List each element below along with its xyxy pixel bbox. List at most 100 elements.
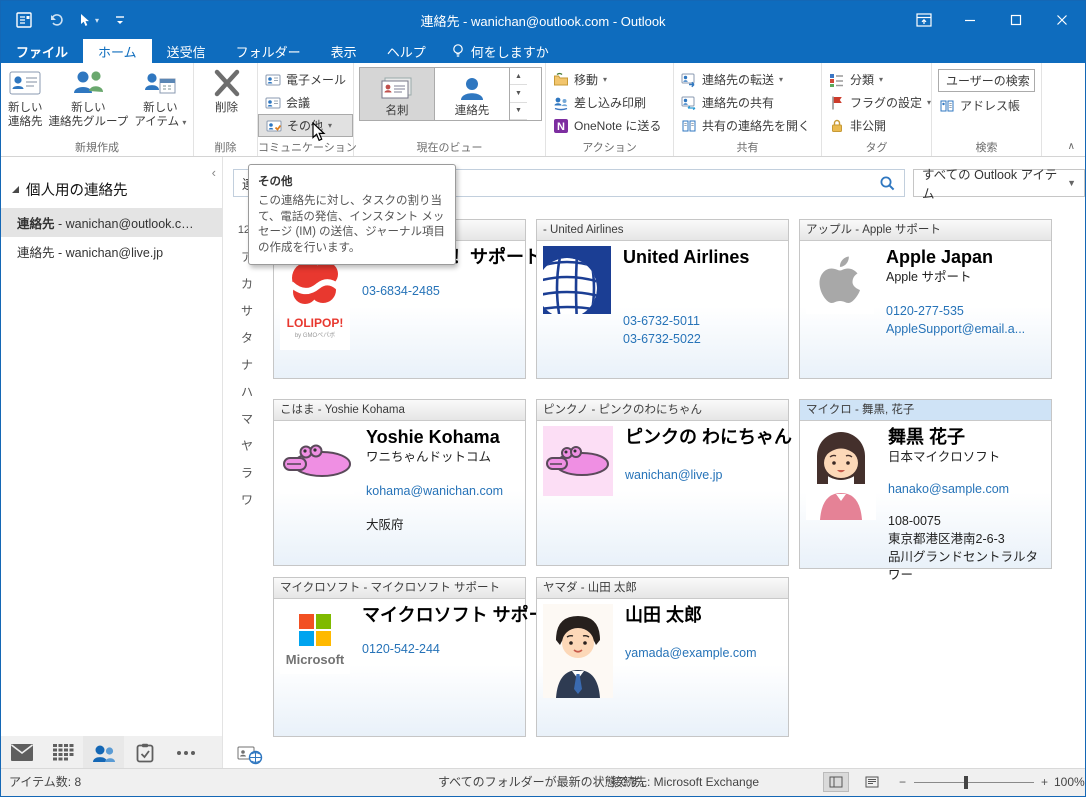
- ribbon-group-share: 連絡先の転送 ▾ 連絡先の共有 共有の連絡先を開く 共有: [674, 63, 822, 156]
- contact-card-hanako[interactable]: マイクロ - 舞黒, 花子 舞黒 花子 日本マイクロソフト hanako@sam…: [799, 399, 1052, 582]
- view-contact[interactable]: 連絡先: [435, 68, 509, 120]
- zoom-slider[interactable]: [914, 782, 1034, 783]
- folder-pane: ‹ 個人用の連絡先 連絡先 - wanichan@outlook.c… 連絡先 …: [1, 157, 223, 736]
- contact-card-yamada[interactable]: ヤマダ - 山田 太郎 山田 太郎 yamada@example.com: [536, 577, 789, 737]
- private-button[interactable]: 非公開: [822, 114, 931, 137]
- index-na[interactable]: ナ: [235, 352, 259, 379]
- gallery-more-icon[interactable]: ▼: [510, 103, 527, 120]
- tasks-nav-button[interactable]: [124, 736, 165, 769]
- zoom-level[interactable]: 100%: [1054, 769, 1085, 795]
- email-button[interactable]: 電子メール: [258, 68, 353, 91]
- contact-email[interactable]: kohama@wanichan.com: [366, 482, 503, 500]
- tell-me-label: 何をしますか: [470, 44, 549, 60]
- address-book-button[interactable]: アドレス帳: [932, 94, 1041, 117]
- forward-contact-button[interactable]: 連絡先の転送 ▾: [674, 68, 821, 91]
- tab-sendreceive[interactable]: 送受信: [152, 39, 221, 63]
- new-items-button[interactable]: 新しい アイテム ▾: [131, 66, 189, 132]
- onenote-icon: N: [553, 118, 569, 134]
- calendar-nav-button[interactable]: [42, 736, 83, 769]
- minimize-folder-pane-icon[interactable]: ‹: [212, 165, 216, 180]
- mail-merge-icon: [553, 95, 569, 111]
- contact-email[interactable]: AppleSupport@email.a...: [886, 320, 1025, 338]
- categorize-button[interactable]: 分類 ▾: [822, 68, 931, 91]
- close-button[interactable]: [1039, 1, 1085, 39]
- follow-up-button[interactable]: フラグの設定 ▾: [822, 91, 931, 114]
- tab-view[interactable]: 表示: [316, 39, 372, 63]
- contact-email[interactable]: hanako@sample.com: [888, 480, 1045, 498]
- share-contacts-button[interactable]: 連絡先の共有: [674, 91, 821, 114]
- tab-folder[interactable]: フォルダー: [221, 39, 316, 63]
- folder-group-header[interactable]: 個人用の連絡先: [1, 157, 222, 208]
- open-shared-contacts-button[interactable]: 共有の連絡先を開く: [674, 114, 821, 137]
- find-user-button[interactable]: ユーザーの検索: [938, 69, 1035, 92]
- contact-email[interactable]: wanichan@live.jp: [625, 466, 782, 484]
- contact-card-globe-icon[interactable]: [237, 745, 263, 765]
- sidebar-item-contacts-outlook[interactable]: 連絡先 - wanichan@outlook.c…: [1, 208, 222, 237]
- more-actions-icon: [266, 118, 282, 134]
- new-contact-button[interactable]: 新しい 連絡先: [5, 66, 46, 131]
- index-ka[interactable]: カ: [235, 271, 259, 298]
- tell-me-box[interactable]: 何をしますか: [441, 39, 559, 63]
- contact-card-microsoft[interactable]: マイクロソフト - マイクロソフト サポート Microsoft マイクロソフト…: [273, 577, 565, 737]
- contact-card-kohama[interactable]: こはま - Yoshie Kohama Yoshie Kohama ワニちゃんド…: [273, 399, 526, 566]
- contact-email[interactable]: yamada@example.com: [625, 644, 757, 662]
- reading-view-button[interactable]: [859, 772, 885, 792]
- sidebar-item-contacts-live[interactable]: 連絡先 - wanichan@live.jp: [1, 237, 222, 266]
- tab-help[interactable]: ヘルプ: [372, 39, 441, 63]
- ribbon-tab-row: ファイル ホーム 送受信 フォルダー 表示 ヘルプ 何をしますか: [1, 39, 1085, 63]
- chevron-down-icon: ▼: [1067, 178, 1076, 188]
- svg-text:N: N: [557, 121, 565, 133]
- index-ra[interactable]: ラ: [235, 460, 259, 487]
- contact-phone[interactable]: 03-6732-5011: [623, 312, 749, 330]
- contact-phone[interactable]: 0120-542-244: [362, 640, 519, 658]
- svg-text:Microsoft: Microsoft: [286, 652, 345, 667]
- move-button[interactable]: 移動 ▾: [546, 68, 673, 91]
- view-business-card[interactable]: 名刺: [360, 68, 435, 120]
- contact-phone[interactable]: 03-6732-5022: [623, 330, 749, 348]
- contact-zip: 108-0075: [888, 514, 941, 528]
- more-nav-button[interactable]: [165, 736, 206, 769]
- gallery-down-icon[interactable]: ▼: [510, 85, 527, 103]
- svg-text:LOLIPOP!: LOLIPOP!: [287, 316, 344, 330]
- meeting-button[interactable]: 会議: [258, 91, 353, 114]
- collapse-ribbon-icon[interactable]: ∧: [1068, 141, 1075, 152]
- contact-card-pink-wani[interactable]: ピンクノ - ピンクのわにちゃん ピンクの わにちゃん wanichan@liv…: [536, 399, 792, 566]
- more-button[interactable]: その他 ▾: [258, 114, 353, 137]
- search-scope-dropdown[interactable]: すべての Outlook アイテム ▼: [913, 168, 1085, 201]
- mail-merge-button[interactable]: 差し込み印刷: [546, 91, 673, 114]
- contact-phone[interactable]: 03-6834-2485: [362, 282, 519, 300]
- gallery-scrollbar[interactable]: ▲ ▼ ▼: [509, 68, 527, 120]
- contact-phone[interactable]: 0120-277-535: [886, 302, 1025, 320]
- united-airlines-logo: [543, 246, 611, 348]
- index-ma[interactable]: マ: [235, 406, 259, 433]
- normal-view-button[interactable]: [823, 772, 849, 792]
- new-contact-group-button[interactable]: 新しい 連絡先グループ: [46, 66, 132, 131]
- ribbon-group-delete: 削除 削除: [194, 63, 258, 156]
- minimize-button[interactable]: [947, 1, 993, 39]
- index-ha[interactable]: ハ: [235, 379, 259, 406]
- ribbon-display-options-button[interactable]: [901, 1, 947, 39]
- contact-card-united[interactable]: - United Airlines United Airlines 03-673…: [536, 219, 789, 379]
- connection-status[interactable]: 接続先: Microsoft Exchange: [611, 769, 759, 795]
- zoom-out-button[interactable]: −: [899, 769, 906, 795]
- people-nav-button[interactable]: [83, 736, 124, 769]
- send-to-onenote-button[interactable]: N OneNote に送る: [546, 114, 673, 137]
- index-wa[interactable]: ワ: [235, 487, 259, 514]
- maximize-button[interactable]: [993, 1, 1039, 39]
- zoom-in-button[interactable]: +: [1041, 769, 1048, 795]
- index-sa[interactable]: サ: [235, 298, 259, 325]
- search-icon[interactable]: [879, 175, 896, 192]
- zoom-slider-thumb[interactable]: [964, 776, 968, 789]
- index-ya[interactable]: ヤ: [235, 433, 259, 460]
- delete-button[interactable]: 削除: [208, 66, 246, 117]
- chevron-down-icon: ▾: [182, 118, 187, 127]
- tab-home[interactable]: ホーム: [83, 39, 152, 63]
- gallery-up-icon[interactable]: ▲: [510, 68, 527, 86]
- mail-nav-button[interactable]: [1, 736, 42, 769]
- hanako-avatar: [806, 426, 876, 584]
- group-label-view: 現在のビュー: [416, 142, 483, 154]
- contact-title: Apple サポート: [886, 270, 972, 284]
- contact-card-apple[interactable]: アップル - Apple サポート Apple Japan Apple サポート…: [799, 219, 1052, 379]
- index-ta[interactable]: タ: [235, 325, 259, 352]
- tab-file[interactable]: ファイル: [1, 39, 83, 63]
